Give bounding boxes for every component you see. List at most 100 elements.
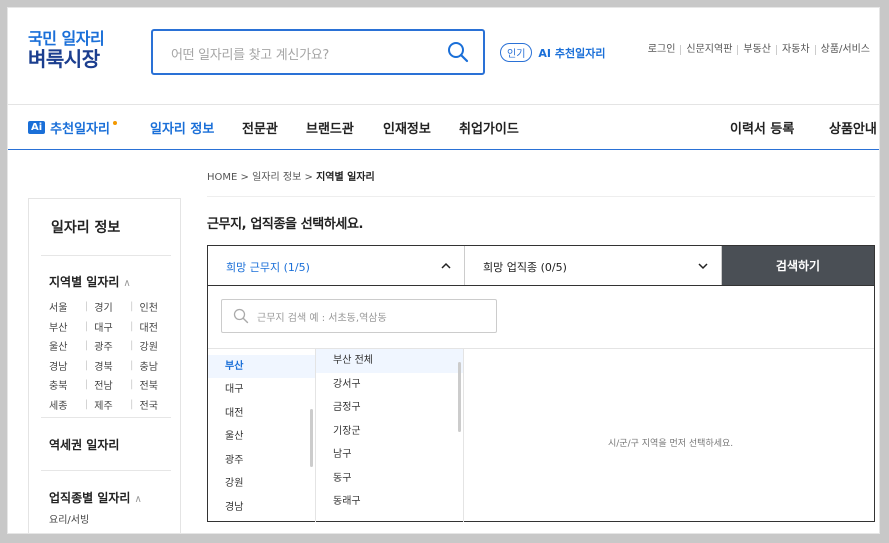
region-link[interactable]: 강원 <box>140 338 170 353</box>
search-icon[interactable] <box>447 41 469 63</box>
district-item[interactable]: 남구 <box>316 443 463 467</box>
global-nav: Ai 추천일자리 일자리 정보 전문관 브랜드관 인재정보 취업가이드 이력서 … <box>8 104 879 150</box>
region-link[interactable]: 서울 <box>49 299 79 314</box>
separator: | <box>84 340 89 352</box>
region-row: 충북 | 전남 | 전북 <box>49 375 169 395</box>
car-link[interactable]: 자동차 <box>776 45 815 55</box>
sidebar-station-section[interactable]: 역세권 일자리 <box>49 436 119 453</box>
login-link[interactable]: 로그인 <box>643 45 681 55</box>
region-link[interactable]: 울산 <box>49 338 79 353</box>
page-title: 근무지, 업직종을 선택하세요. <box>207 217 364 232</box>
nav-career-guide[interactable]: 취업가이드 <box>459 118 519 137</box>
chevron-up-icon: ∧ <box>123 278 131 289</box>
page-frame: 국민 일자리 벼룩시장 어떤 일자리를 찾고 계신가요? 인기 AI 추천일자리… <box>7 7 880 534</box>
region-link[interactable]: 세종 <box>49 397 79 412</box>
region-link[interactable]: 경북 <box>94 358 124 373</box>
region-link[interactable]: 경기 <box>94 299 124 314</box>
region-item-selected[interactable]: 부산 <box>208 354 315 378</box>
breadcrumb-current: 지역별 일자리 <box>316 172 375 183</box>
region-item[interactable]: 울산 <box>208 425 315 449</box>
district-item[interactable]: 강서구 <box>316 373 463 397</box>
region-link[interactable]: 충남 <box>140 358 170 373</box>
separator: | <box>84 398 89 410</box>
region-row: 세종 | 제주 | 전국 <box>49 395 169 415</box>
breadcrumb-home[interactable]: HOME <box>207 172 237 183</box>
region-list: 인천 부산 대구 대전 울산 광주 강원 경남 <box>208 349 316 522</box>
region-row: 울산 | 광주 | 강원 <box>49 336 169 356</box>
location-dropdown[interactable]: 희망 근무지 (1/5) <box>208 246 465 285</box>
location-search-placeholder: 근무지 검색 예 : 서초동,역삼동 <box>257 313 387 324</box>
district-item-selected[interactable]: 부산 전체 <box>316 349 463 373</box>
newspaper-link[interactable]: 신문지역판 <box>680 45 737 55</box>
job-type-dropdown[interactable]: 희망 업직종 (0/5) <box>465 246 722 285</box>
divider <box>41 417 171 418</box>
chevron-up-icon <box>441 262 451 269</box>
region-link[interactable]: 경남 <box>49 358 79 373</box>
filter-bar: 희망 근무지 (1/5) 희망 업직종 (0/5) 검색하기 <box>207 245 875 286</box>
region-item[interactable]: 대전 <box>208 402 315 426</box>
logo-line-2: 벼룩시장 <box>28 46 100 71</box>
region-link[interactable]: 부산 <box>49 319 79 334</box>
separator: | <box>129 340 134 352</box>
separator: | <box>129 379 134 391</box>
sidebar-region-label: 지역별 일자리 <box>49 275 120 289</box>
sidebar-job-section[interactable]: 업직종별 일자리 ∧ <box>49 489 142 506</box>
region-grid: 서울 | 경기 | 인천 부산 | 대구 | 대전 울산 | 광주 | 강원 경남 | 경북 |… <box>49 297 169 414</box>
breadcrumb: HOME > 일자리 정보 > 지역별 일자리 <box>207 168 375 183</box>
location-panel: 근무지 검색 예 : 서초동,역삼동 인천 부산 대구 대전 울산 광주 강원 … <box>207 286 875 522</box>
breadcrumb-job-info[interactable]: 일자리 정보 <box>252 172 301 183</box>
search-button[interactable]: 검색하기 <box>722 246 874 285</box>
breadcrumb-sep: > <box>304 172 313 183</box>
region-scrollbar[interactable] <box>310 409 313 467</box>
job-type-dropdown-label: 희망 업직종 (0/5) <box>483 261 567 274</box>
region-link[interactable]: 제주 <box>94 397 124 412</box>
location-dropdown-label: 희망 근무지 (1/5) <box>226 261 310 274</box>
district-item[interactable]: 동구 <box>316 467 463 491</box>
realestate-link[interactable]: 부동산 <box>737 45 776 55</box>
region-item[interactable]: 대구 <box>208 378 315 402</box>
nav-resume-register[interactable]: 이력서 등록 <box>730 118 794 137</box>
region-item[interactable]: 강원 <box>208 472 315 496</box>
divider <box>207 196 875 197</box>
region-link[interactable]: 전북 <box>140 377 170 392</box>
separator: | <box>129 301 134 313</box>
separator: | <box>84 359 89 371</box>
separator: | <box>129 359 134 371</box>
district-item[interactable]: 동래구 <box>316 490 463 514</box>
sidebar-region-section[interactable]: 지역별 일자리 ∧ <box>49 273 131 290</box>
goods-link[interactable]: 상품/서비스 <box>814 45 875 55</box>
region-link[interactable]: 인천 <box>140 299 170 314</box>
region-link[interactable]: 전남 <box>94 377 124 392</box>
region-item[interactable]: 경남 <box>208 496 315 520</box>
nav-ai-recommend[interactable]: Ai 추천일자리 <box>28 118 117 137</box>
nav-brand[interactable]: 브랜드관 <box>306 118 354 137</box>
nav-talent[interactable]: 인재정보 <box>383 118 431 137</box>
search-icon <box>233 308 249 324</box>
main-search-box[interactable]: 어떤 일자리를 찾고 계신가요? <box>151 29 485 75</box>
district-item[interactable]: 금정구 <box>316 396 463 420</box>
district-scrollbar[interactable] <box>458 362 461 432</box>
sidebar-job-link[interactable]: 요리/서빙 <box>49 511 89 526</box>
ai-icon: Ai <box>28 121 46 134</box>
region-link[interactable]: 대전 <box>140 319 170 334</box>
nav-specialty[interactable]: 전문관 <box>242 118 278 137</box>
region-row: 경남 | 경북 | 충남 <box>49 356 169 376</box>
region-link[interactable]: 대구 <box>94 319 124 334</box>
region-item[interactable]: 광주 <box>208 449 315 473</box>
location-search-input[interactable]: 근무지 검색 예 : 서초동,역삼동 <box>221 299 497 333</box>
region-link[interactable]: 충북 <box>49 377 79 392</box>
ai-recommend-link[interactable]: 인기 AI 추천일자리 <box>500 43 605 62</box>
separator: | <box>129 398 134 410</box>
utility-links: 로그인 신문지역판 부동산 자동차 상품/서비스 <box>643 45 875 55</box>
sidebar-job-label: 업직종별 일자리 <box>49 491 131 505</box>
separator: | <box>84 320 89 332</box>
nav-product-info[interactable]: 상품안내 <box>829 118 877 137</box>
sidebar-title: 일자리 정보 <box>51 220 121 236</box>
nav-job-info[interactable]: 일자리 정보 <box>150 118 214 137</box>
region-link[interactable]: 광주 <box>94 338 124 353</box>
divider <box>41 470 171 471</box>
region-link[interactable]: 전국 <box>140 397 170 412</box>
site-logo[interactable]: 국민 일자리 벼룩시장 <box>28 30 105 71</box>
search-input[interactable]: 어떤 일자리를 찾고 계신가요? <box>171 44 329 63</box>
district-item[interactable]: 기장군 <box>316 420 463 444</box>
